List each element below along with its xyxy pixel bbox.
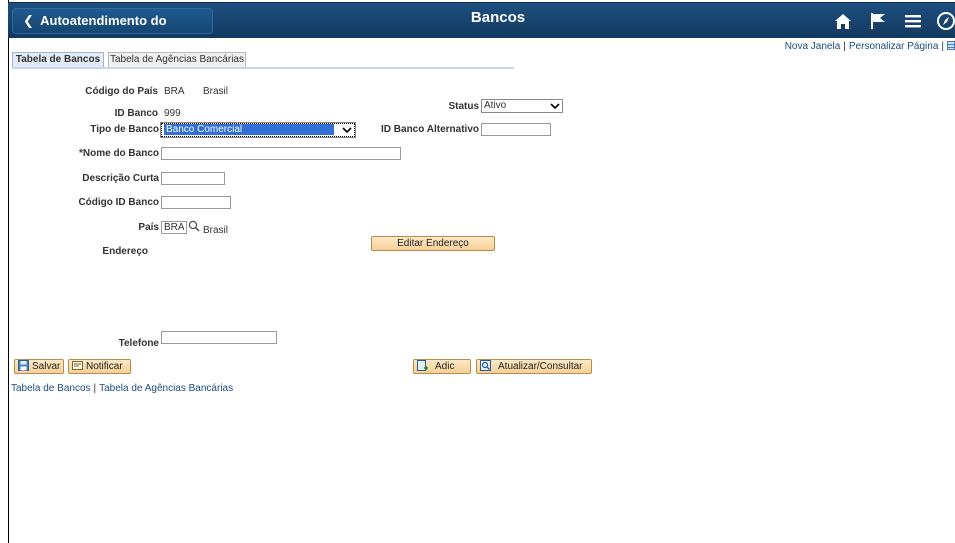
save-button-label: Salvar: [32, 361, 61, 372]
update-display-button-label: Atualizar/Consultar: [498, 361, 583, 372]
bank-type-select-value: Banco Comercial: [164, 124, 334, 135]
link-separator: |: [93, 383, 97, 394]
menu-icon[interactable]: [902, 10, 924, 32]
chevron-down-icon: [550, 103, 560, 110]
status-label: Status: [448, 101, 479, 112]
update-display-button[interactable]: Atualizar/Consultar: [476, 359, 592, 374]
bank-type-select[interactable]: Banco Comercial: [160, 122, 356, 138]
country-input[interactable]: [161, 221, 187, 234]
bank-id-value: 999: [164, 108, 181, 119]
save-icon: [18, 360, 29, 371]
new-window-link[interactable]: Nova Janela: [785, 41, 841, 52]
tab-underline: [12, 67, 514, 69]
country-code-value: BRA: [164, 86, 185, 97]
bottom-page-links: Tabela de Bancos | Tabela de Agências Banc…: [11, 383, 233, 394]
notify-button[interactable]: Notificar: [68, 359, 131, 374]
personalize-page-link[interactable]: Personalizar Página: [849, 41, 939, 52]
country-name-value: Brasil: [203, 86, 229, 97]
page-frame: [8, 0, 955, 543]
bank-code-label: Código ID Banco: [78, 197, 159, 208]
link-separator: |: [843, 41, 846, 52]
address-label: Endereço: [102, 246, 148, 257]
chevron-down-icon: [342, 127, 352, 134]
bank-name-label: *Nome do Banco: [78, 148, 159, 159]
country-label: País: [138, 222, 159, 233]
tab-bank-table[interactable]: Tabela de Bancos: [12, 52, 104, 68]
status-select[interactable]: Ativo: [481, 99, 563, 113]
bank-name-input[interactable]: [161, 147, 401, 160]
country-description: Brasil: [203, 225, 229, 236]
branch-table-link[interactable]: Tabela de Agências Bancárias: [99, 383, 233, 394]
tab-branch-table[interactable]: Tabela de Agências Bancárias: [108, 52, 246, 68]
page-title: Bancos: [470, 9, 526, 26]
search-icon: [480, 360, 491, 371]
notify-button-label: Notificar: [86, 361, 123, 372]
search-icon[interactable]: [188, 220, 200, 235]
add-button[interactable]: Adic: [413, 359, 471, 374]
flag-icon[interactable]: [867, 10, 889, 32]
link-separator: |: [941, 41, 944, 52]
short-description-label: Descrição Curta: [82, 173, 159, 184]
alt-bank-id-label: ID Banco Alternativo: [381, 124, 479, 135]
top-navigation-bar: ❮ Autoatendimento do Gerente Bancos: [8, 2, 955, 52]
add-icon: [417, 360, 428, 371]
bank-type-label: Tipo de Banco: [90, 124, 159, 135]
country-code-label: Código do País: [85, 86, 158, 97]
add-button-label: Adic: [435, 361, 455, 372]
phone-input[interactable]: [161, 331, 277, 344]
short-description-input[interactable]: [161, 172, 225, 185]
bank-id-label: ID Banco: [114, 108, 158, 119]
alt-bank-id-input[interactable]: [481, 123, 551, 136]
grid-icon[interactable]: [947, 41, 955, 50]
page-links: Nova Janela | Personalizar Página |: [785, 41, 955, 52]
bank-table-link[interactable]: Tabela de Bancos: [11, 383, 91, 394]
notify-icon: [72, 361, 83, 370]
chevron-left-icon: ❮: [23, 13, 34, 28]
edit-address-button[interactable]: Editar Endereço: [371, 236, 495, 251]
phone-label: Telefone: [118, 338, 159, 349]
home-icon[interactable]: [832, 10, 854, 32]
bank-code-input[interactable]: [161, 196, 231, 209]
status-select-value: Ativo: [484, 100, 507, 111]
save-button[interactable]: Salvar: [14, 359, 64, 374]
compass-icon[interactable]: [935, 10, 955, 32]
back-button[interactable]: ❮ Autoatendimento do Gerente: [12, 8, 213, 52]
